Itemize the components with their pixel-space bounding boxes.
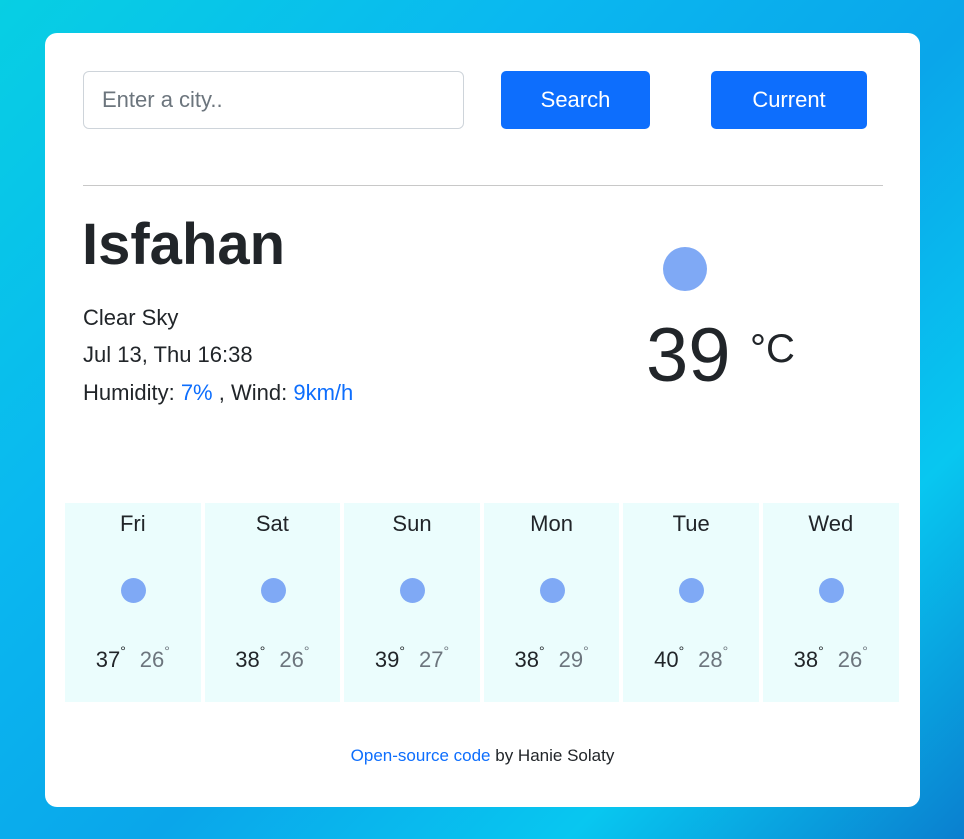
forecast-min: 27° [418, 643, 450, 672]
forecast-day: Sun 39° 27° [344, 503, 480, 702]
divider [83, 185, 883, 186]
city-name: Isfahan [82, 212, 286, 277]
sun-icon [663, 247, 707, 291]
current-location-button[interactable]: Current [711, 71, 867, 129]
forecast-max: 38° [793, 643, 824, 672]
forecast-day: Sat 38° 26° [204, 503, 341, 702]
humidity-value: 7% [180, 380, 213, 405]
weather-card: Search Current Isfahan Clear Sky Jul 13,… [45, 33, 920, 807]
forecast-max: 40° [654, 643, 685, 672]
current-temperature: 39 [646, 313, 731, 398]
forecast-max: 37° [95, 643, 126, 672]
weather-description: Clear Sky [83, 305, 179, 330]
forecast-temps: 38° 26° [763, 643, 899, 673]
forecast-min: 26° [837, 643, 868, 672]
source-code-link[interactable]: Open-source code [351, 746, 491, 765]
forecast-min: 26° [279, 643, 310, 672]
forecast-max: 38° [235, 643, 266, 672]
wind-label: , Wind: [218, 380, 288, 405]
forecast-temps: 40° 28° [623, 643, 759, 673]
city-search-input[interactable] [83, 71, 464, 129]
forecast-list: Fri 37° 26° Sat 38° 26° Sun 39° 27° Mon 38°… [65, 503, 899, 702]
sun-icon [539, 578, 565, 603]
forecast-temps: 38° 29° [484, 643, 620, 673]
search-button[interactable]: Search [501, 71, 650, 129]
forecast-min: 28° [698, 643, 729, 672]
forecast-day: Fri 37° 26° [65, 503, 201, 702]
forecast-day: Mon 38° 29° [483, 503, 620, 702]
forecast-day: Wed 38° 26° [762, 503, 899, 702]
forecast-temps: 38° 26° [205, 643, 341, 673]
forecast-day-name: Mon [530, 511, 573, 536]
forecast-min: 26° [139, 643, 170, 672]
forecast-day-name: Sun [392, 511, 432, 536]
forecast-temps: 39° 27° [344, 643, 480, 673]
forecast-day-name: Fri [119, 511, 146, 536]
wind-value: 9km/h [293, 380, 354, 405]
sun-icon [260, 578, 286, 603]
temperature-unit[interactable]: °C [750, 329, 795, 369]
sun-icon [818, 578, 844, 603]
sun-icon [121, 578, 146, 603]
forecast-day-name: Wed [808, 511, 854, 536]
humidity-label: Humidity: [83, 380, 175, 405]
sun-icon [400, 578, 426, 603]
forecast-temps: 37° 26° [65, 643, 201, 673]
forecast-day-name: Tue [672, 511, 710, 536]
sun-icon [679, 578, 705, 603]
author-credit: by Hanie Solaty [490, 746, 615, 765]
forecast-max: 39° [374, 643, 405, 672]
forecast-min: 29° [558, 643, 589, 672]
forecast-day: Tue 40° 28° [623, 503, 759, 702]
date-time: Jul 13, Thu 16:38 [83, 342, 253, 367]
footer: Open-source code by Hanie Solaty [45, 746, 920, 766]
humidity-wind: Humidity: 7% , Wind: 9km/h [83, 382, 353, 404]
forecast-max: 38° [514, 643, 545, 672]
forecast-day-name: Sat [255, 511, 289, 536]
